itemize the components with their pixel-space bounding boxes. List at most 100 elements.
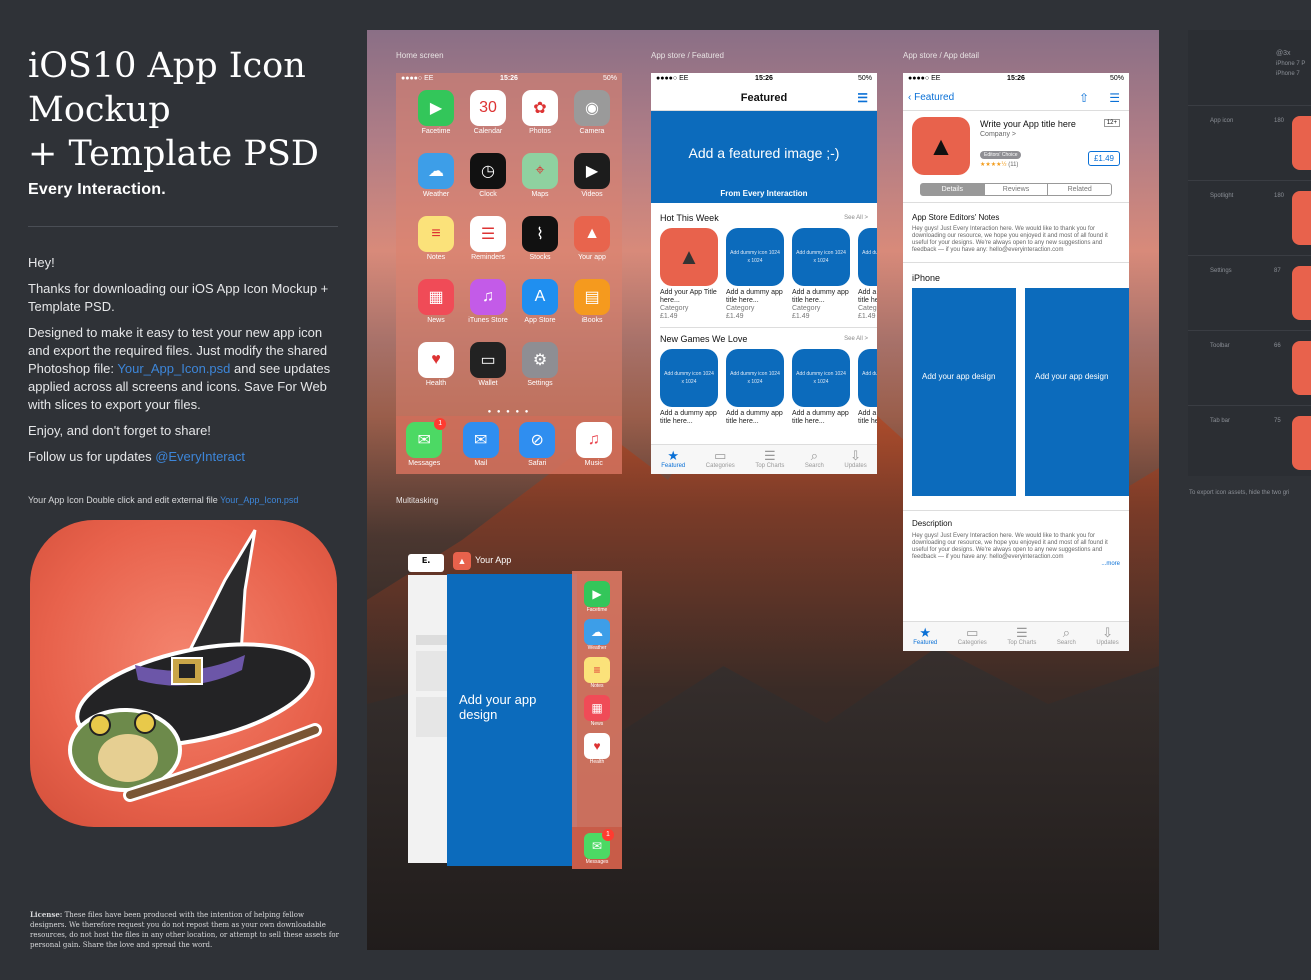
multitask-app-label: Your App <box>475 555 512 565</box>
card-title: Add a dummy app title here... <box>660 410 717 425</box>
your-app-icon: ▲ <box>660 228 718 286</box>
company-link[interactable]: Company > <box>980 131 1016 138</box>
app-facetime[interactable]: ▶ Facetime <box>410 90 462 135</box>
price-button[interactable]: £1.49 <box>1087 151 1120 166</box>
app-camera[interactable]: ◉ Camera <box>566 90 618 135</box>
export-row-label: Toolbar <box>1210 343 1230 349</box>
app-health[interactable]: ♥ Health <box>410 342 462 387</box>
export-row-label: Settings <box>1210 268 1232 274</box>
list-icon[interactable]: ☰ <box>857 85 868 111</box>
app-clock[interactable]: ◷ Clock <box>462 153 514 198</box>
placeholder-icon: Add dummy icon 1024 x 1024 <box>726 228 784 286</box>
weather-icon: ☁ <box>418 153 454 189</box>
app-card[interactable]: Add dummy icon 1024 x 1024 Add a dummy ap… <box>660 349 718 426</box>
app-weather[interactable]: ☁ Weather <box>410 153 462 198</box>
app-icon-large[interactable] <box>30 520 337 827</box>
back-chevron-icon[interactable]: ‹ <box>908 92 911 103</box>
dock-messages[interactable]: ✉ 1 Messages <box>398 418 450 474</box>
app-label: Wallet <box>478 380 498 387</box>
tab-search[interactable]: ⌕ Search <box>805 448 824 474</box>
export-row-size: 180 <box>1274 118 1285 124</box>
twitter-link[interactable]: @EveryInteract <box>155 449 245 464</box>
tab-featured[interactable]: ★ Featured <box>661 448 685 474</box>
app-photos[interactable]: ✿ Photos <box>514 90 566 135</box>
app-card[interactable]: Add dummy icon 1024 x 1024 Add a dummy ap… <box>858 228 877 321</box>
app-label: News <box>427 317 445 324</box>
app-calendar[interactable]: 30 Calendar <box>462 90 514 135</box>
app-maps[interactable]: ⌖ Maps <box>514 153 566 198</box>
list-icon[interactable]: ☰ <box>1109 85 1120 111</box>
card-category: Category <box>726 305 755 312</box>
app-card[interactable]: Add dummy icon 1024 x 1024 Add a dummy ap… <box>792 349 850 426</box>
categories-icon: ▭ <box>966 625 979 640</box>
your-app-icon: ▲ <box>574 216 610 252</box>
tab-categories[interactable]: ▭ Categories <box>706 448 735 474</box>
tab-search[interactable]: ⌕ Search <box>1057 625 1076 651</box>
license-label: License: <box>30 910 63 919</box>
app-reminders[interactable]: ☰ Reminders <box>462 216 514 261</box>
see-all-link[interactable]: See All > <box>844 215 868 221</box>
status-bar: ●●●●○ EE 15:26 50% <box>651 73 877 85</box>
featured-banner[interactable]: Add a featured image ;-) From Every Inte… <box>651 111 877 203</box>
tab-top-charts[interactable]: ☰ Top Charts <box>1007 625 1036 651</box>
tab-updates[interactable]: ⇩ Updates <box>1096 625 1118 651</box>
more-link[interactable]: ...more <box>903 561 1129 567</box>
title-line: iOS10 App Icon <box>28 46 306 86</box>
back-button[interactable]: Featured <box>914 92 954 103</box>
export-row: Tab bar 75 <box>1188 405 1311 480</box>
app-your-app[interactable]: ▲ Your app <box>566 216 618 261</box>
psd-file-link-2[interactable]: Your_App_Icon.psd <box>220 495 298 505</box>
app-label: Maps <box>531 191 549 198</box>
app-card[interactable]: Add dummy icon 1024 x 1024 Add a dummy ap… <box>858 349 877 426</box>
card-category: Category <box>792 305 821 312</box>
export-row-size: 66 <box>1274 343 1281 349</box>
app-itunes-store[interactable]: ♫ iTunes Store <box>462 279 514 324</box>
tab-featured[interactable]: ★ Featured <box>913 625 937 651</box>
tab-details[interactable]: Details <box>921 184 985 195</box>
placeholder-icon: Add dummy icon 1024 x 1024 <box>660 349 718 407</box>
app-videos[interactable]: ▶ Videos <box>566 153 618 198</box>
page-dots: ● ● ● ● ● <box>487 409 531 415</box>
intro-paragraph: Thanks for downloading our iOS App Icon … <box>28 281 329 314</box>
dock-safari[interactable]: ⊘ Safari <box>511 422 563 474</box>
dock-music[interactable]: ♫ Music <box>568 422 620 474</box>
tab-top-charts[interactable]: ☰ Top Charts <box>755 448 784 474</box>
mini-app-label: Weather <box>587 645 607 651</box>
dock-mail[interactable]: ✉ Mail <box>455 422 507 474</box>
app-news[interactable]: ▦ News <box>410 279 462 324</box>
tab-categories[interactable]: ▭ Categories <box>958 625 987 651</box>
tab-updates[interactable]: ⇩ Updates <box>844 448 866 474</box>
app-stocks[interactable]: ⌇ Stocks <box>514 216 566 261</box>
share-icon[interactable]: ⇧ <box>1079 85 1089 111</box>
witch-hat-toad-icon <box>68 529 322 802</box>
hot-row: ▲ Add your App Title here... Category £1.49… <box>651 228 877 321</box>
multitask-app-card[interactable]: Add your app design <box>447 574 577 866</box>
tab-related[interactable]: Related <box>1048 184 1111 195</box>
reminders-icon: ☰ <box>470 216 506 252</box>
multitask-home-card[interactable]: ▶ Facetime ☁ Weather ≡ Notes ▦ News ♥ Health ✉ 1 M… <box>572 571 622 869</box>
app-label: Stocks <box>529 254 551 261</box>
topcharts-icon: ☰ <box>1015 625 1028 640</box>
app-ibooks[interactable]: ▤ iBooks <box>566 279 618 324</box>
app-card[interactable]: Add dummy icon 1024 x 1024 Add a dummy ap… <box>726 349 784 426</box>
app-notes[interactable]: ≡ Notes <box>410 216 462 261</box>
card-price: £1.49 <box>726 313 744 320</box>
app-card[interactable]: ▲ Add your App Title here... Category £1.49 <box>660 228 718 321</box>
mini-app-list: ▶ Facetime ☁ Weather ≡ Notes ▦ News ♥ Health <box>572 571 622 765</box>
app-settings[interactable]: ⚙ Settings <box>514 342 566 387</box>
app-card[interactable]: Add dummy icon 1024 x 1024 Add a dummy ap… <box>792 228 850 321</box>
device-label: iPhone 7 <box>1276 71 1300 77</box>
app-app-store[interactable]: A App Store <box>514 279 566 324</box>
psd-file-link[interactable]: Your_App_Icon.psd <box>117 361 230 376</box>
app-wallet[interactable]: ▭ Wallet <box>462 342 514 387</box>
glyph: ✉ <box>474 432 488 449</box>
app-card[interactable]: Add dummy icon 1024 x 1024 Add a dummy ap… <box>726 228 784 321</box>
tab-label: Top Charts <box>1007 640 1037 646</box>
export-footnote: To export icon assets, hide the two gri <box>1189 490 1290 496</box>
tab-reviews[interactable]: Reviews <box>985 184 1049 195</box>
card-price: £1.49 <box>660 313 678 320</box>
see-all-link[interactable]: See All > <box>844 336 868 342</box>
screenshot-placeholder[interactable]: Add your app design <box>912 288 1016 496</box>
app-label: Messages <box>408 460 441 467</box>
screenshot-placeholder[interactable]: Add your app design <box>1025 288 1129 496</box>
